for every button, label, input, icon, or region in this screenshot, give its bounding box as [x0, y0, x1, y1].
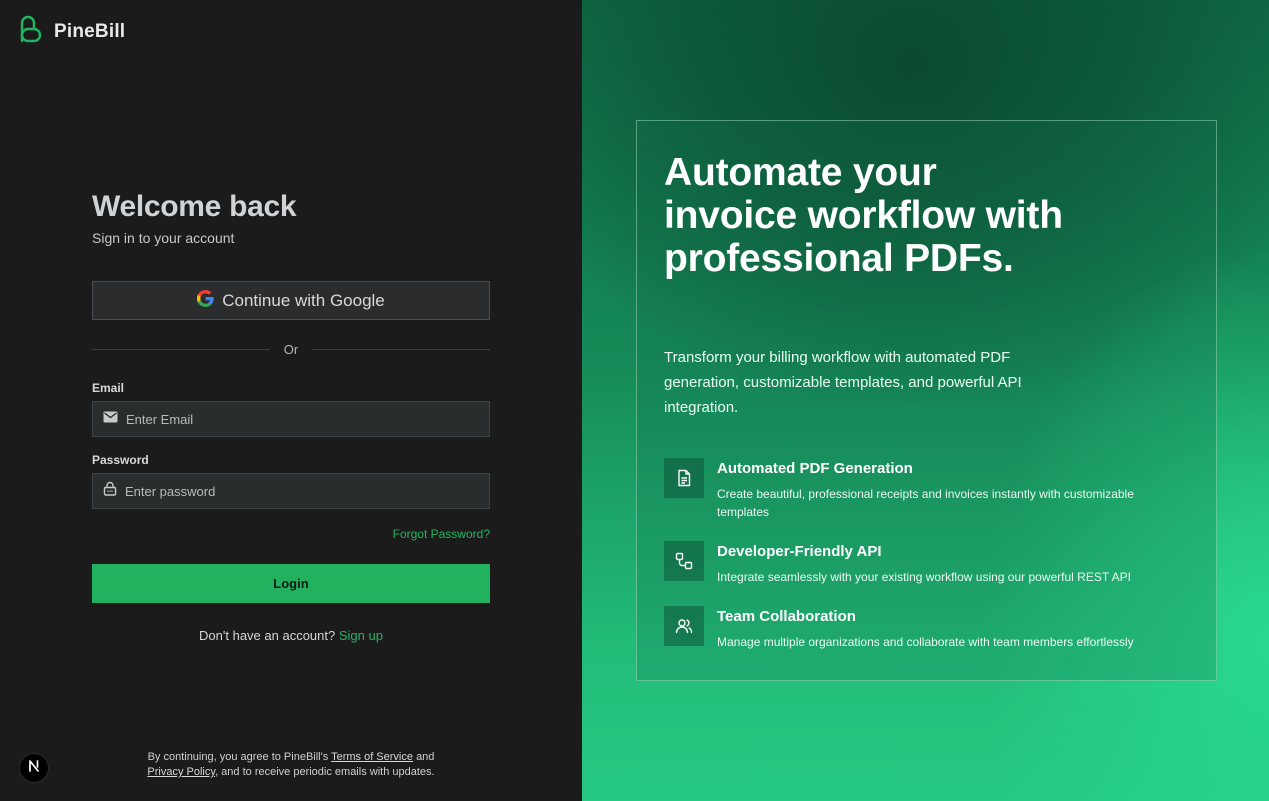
or-divider: Or — [92, 342, 491, 357]
hero-card: Automate your invoice workflow with prof… — [636, 120, 1217, 681]
email-label: Email — [92, 381, 125, 395]
password-label: Password — [92, 453, 149, 467]
google-signin-label: Continue with Google — [222, 290, 385, 310]
legal-and: and — [416, 751, 435, 763]
login-panel: PineBill Welcome back Sign in to your ac… — [0, 0, 582, 801]
login-form: Welcome back Sign in to your account Con… — [92, 190, 491, 643]
document-icon — [664, 458, 704, 498]
feature-list: Automated PDF Generation Create beautifu… — [664, 458, 1184, 651]
divider-line — [312, 349, 491, 350]
feature-desc: Manage multiple organizations and collab… — [717, 635, 1134, 649]
email-field-wrapper[interactable] — [92, 401, 490, 437]
users-icon — [664, 606, 704, 646]
mail-icon — [103, 410, 118, 428]
forgot-password-link[interactable]: Forgot Password? — [393, 527, 490, 541]
password-input[interactable] — [125, 483, 479, 499]
brand[interactable]: PineBill — [18, 14, 125, 49]
terms-link[interactable]: Terms of Service — [331, 751, 413, 763]
signup-row: Don't have an account? Sign up — [92, 628, 490, 643]
forgot-row: Forgot Password? — [92, 525, 490, 543]
google-icon — [197, 289, 214, 312]
signup-prompt: Don't have an account? — [199, 628, 336, 643]
feature-title: Automated PDF Generation — [717, 460, 913, 477]
email-input[interactable] — [126, 411, 479, 427]
lock-icon — [103, 481, 117, 501]
hero-headline: Automate your invoice workflow with prof… — [664, 151, 1063, 280]
brand-name: PineBill — [54, 20, 126, 42]
divider-line — [92, 349, 270, 350]
google-signin-button[interactable]: Continue with Google — [92, 281, 490, 320]
privacy-link[interactable]: Privacy Policy — [147, 766, 215, 778]
legal-prefix: By continuing, you agree to PineBill's — [147, 751, 329, 763]
feature-item: Automated PDF Generation Create beautifu… — [664, 458, 1184, 521]
page-subtitle: Sign in to your account — [92, 230, 235, 246]
pinebill-logo-icon — [18, 14, 46, 49]
feature-title: Team Collaboration — [717, 608, 856, 625]
workflow-icon — [664, 541, 704, 581]
feature-title: Developer-Friendly API — [717, 543, 882, 560]
feature-desc: Create beautiful, professional receipts … — [717, 487, 1134, 519]
signup-link[interactable]: Sign up — [339, 628, 383, 643]
legal-suffix: , and to receive periodic emails with up… — [215, 766, 435, 778]
login-button[interactable]: Login — [92, 564, 490, 603]
feature-item: Developer-Friendly API Integrate seamles… — [664, 541, 1184, 586]
legal-notice: By continuing, you agree to PineBill's T… — [0, 750, 582, 780]
divider-text: Or — [283, 342, 299, 357]
hero-lead: Transform your billing workflow with aut… — [664, 349, 1022, 416]
password-field-wrapper[interactable] — [92, 473, 490, 509]
feature-item: Team Collaboration Manage multiple organ… — [664, 606, 1184, 651]
page-title: Welcome back — [92, 190, 297, 223]
feature-desc: Integrate seamlessly with your existing … — [717, 570, 1131, 584]
hero-panel: Automate your invoice workflow with prof… — [582, 0, 1269, 801]
